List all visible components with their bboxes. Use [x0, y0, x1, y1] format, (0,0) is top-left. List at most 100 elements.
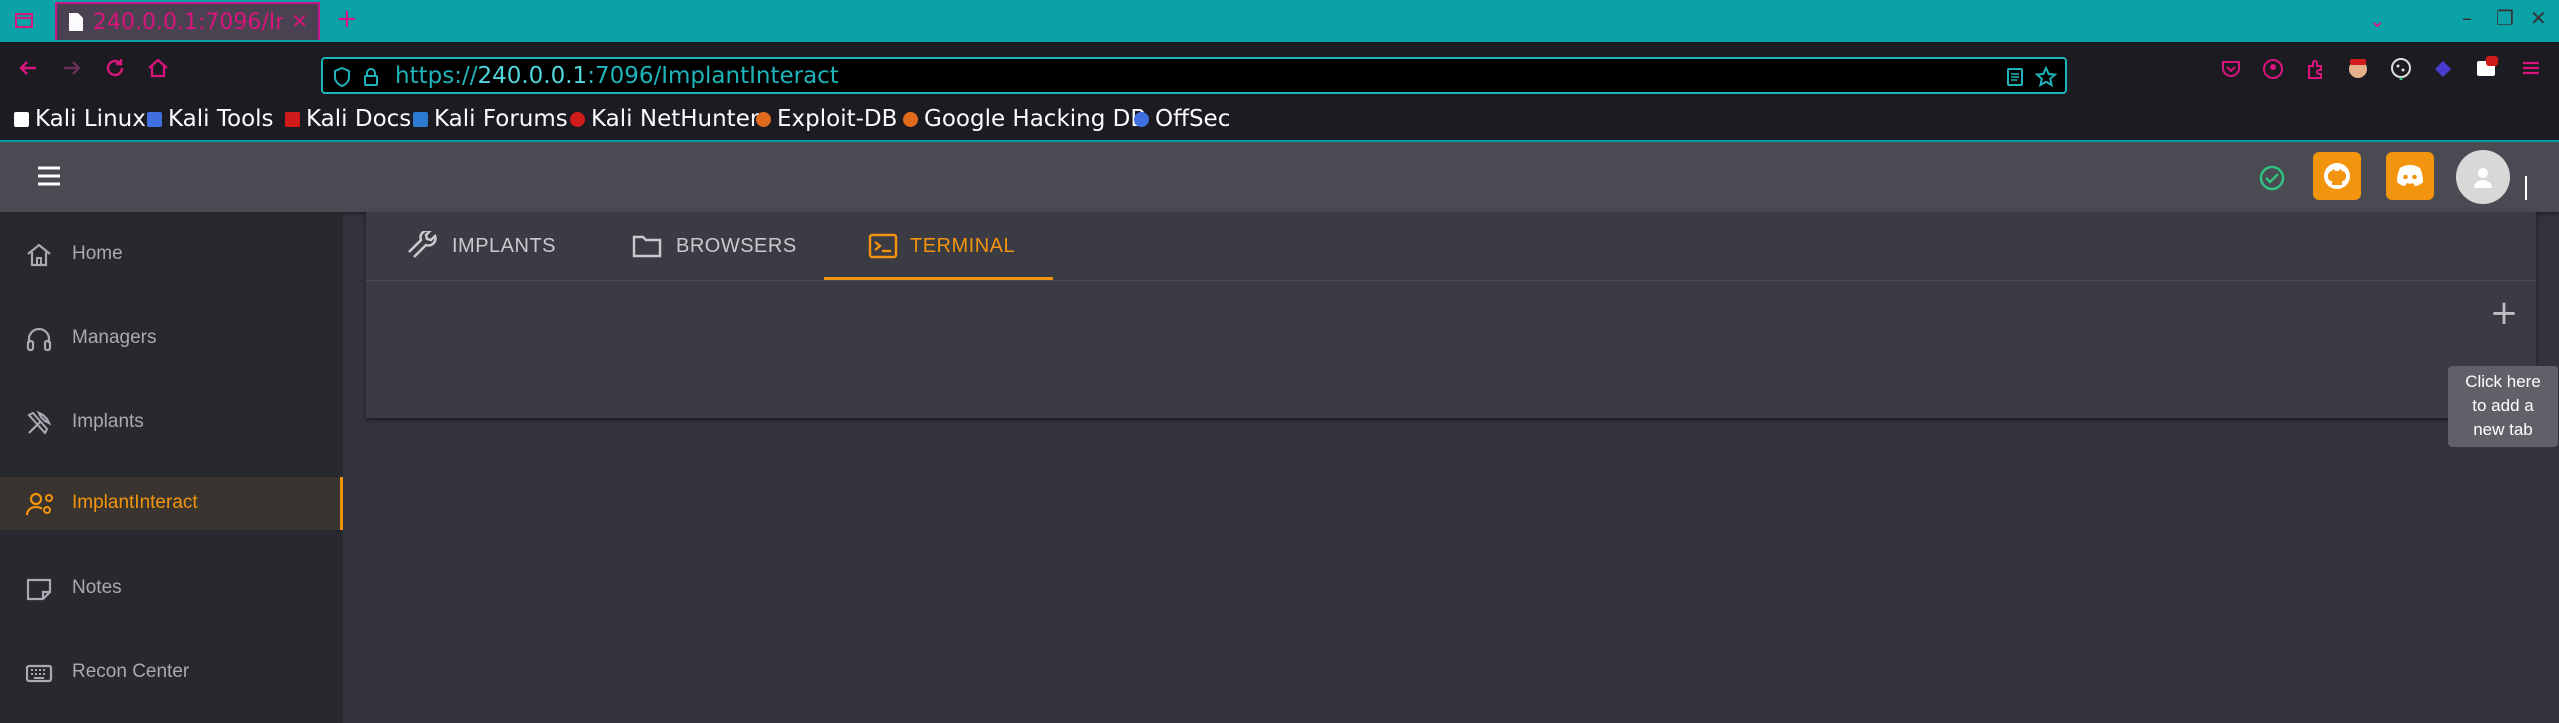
tab-terminal[interactable]: TERMINAL: [868, 212, 1015, 280]
keyboard-icon: [25, 659, 53, 687]
url-host: 240.0.0.1: [477, 63, 588, 89]
url-text[interactable]: https://240.0.0.1:7096/ImplantInteract: [395, 63, 839, 89]
bookmark-kali-linux[interactable]: Kali Linux: [14, 106, 146, 132]
minimize-icon[interactable]: –: [2462, 6, 2472, 30]
github-icon: [2322, 161, 2352, 191]
home-icon: [25, 241, 53, 269]
bookmark-label: Google Hacking DB: [924, 106, 1147, 132]
headphones-icon: [25, 325, 53, 353]
bookmark-kali-nethunter[interactable]: Kali NetHunter: [570, 106, 759, 132]
sidebar-item-label: Notes: [72, 577, 122, 598]
sidebar-item-home[interactable]: Home: [0, 228, 343, 281]
pocket-icon[interactable]: [2220, 58, 2242, 80]
tools-icon: [25, 409, 53, 437]
cookie-icon[interactable]: [2389, 56, 2413, 80]
back-icon[interactable]: [16, 56, 40, 80]
add-tab-tooltip: Click here to add a new tab: [2448, 366, 2558, 447]
lock-warning-icon[interactable]: [361, 67, 381, 87]
bookmark-label: Kali Forums: [434, 106, 568, 132]
tab-close-icon[interactable]: ✕: [291, 9, 308, 33]
forward-icon[interactable]: [60, 56, 84, 80]
tab-title: 240.0.0.1:7096/ImplantInteract: [93, 10, 283, 35]
reader-view-icon[interactable]: [2005, 67, 2025, 87]
sidebar-item-implants[interactable]: Implants: [0, 396, 343, 449]
bookmark-offsec[interactable]: OffSec: [1134, 106, 1230, 132]
bookmark-star-icon[interactable]: [2035, 66, 2057, 88]
add-tab-button[interactable]: +: [2479, 288, 2529, 338]
browser-tab[interactable]: 240.0.0.1:7096/ImplantInteract ✕: [55, 2, 320, 40]
bookmark-kali-tools[interactable]: Kali Tools: [147, 106, 274, 132]
proxy-icon[interactable]: [2432, 58, 2454, 80]
user-settings-icon: [25, 490, 57, 518]
sidebar-item-label: Home: [72, 243, 123, 264]
user-icon: [2470, 164, 2496, 190]
tab-label: BROWSERS: [676, 234, 797, 257]
kali-tools-icon: [147, 111, 162, 127]
bookmark-label: OffSec: [1155, 106, 1231, 132]
bookmark-ghdb[interactable]: Google Hacking DB: [903, 106, 1146, 132]
app-menu-icon[interactable]: [2520, 57, 2542, 79]
tab-divider: [366, 280, 2536, 281]
kali-docs-icon: [285, 111, 300, 127]
sidebar-item-notes[interactable]: Notes: [0, 562, 343, 615]
bookmark-kali-forums[interactable]: Kali Forums: [413, 106, 568, 132]
tooltip-line: to add a: [2472, 396, 2534, 415]
app-bar: [0, 142, 2559, 212]
discord-button[interactable]: [2386, 152, 2434, 200]
sidebar-item-managers[interactable]: Managers: [0, 312, 343, 365]
kali-forums-icon: [413, 111, 428, 127]
home-nav-icon[interactable]: [146, 56, 170, 80]
sidebar-item-label: Recon Center: [72, 661, 190, 682]
offsec-icon: [1134, 111, 1149, 127]
note-icon: [25, 575, 53, 603]
bookmark-label: Kali Docs: [306, 106, 412, 132]
folder-icon: [632, 233, 662, 259]
bookmark-exploit-db[interactable]: Exploit-DB: [756, 106, 897, 132]
sidebar-item-label: Managers: [72, 327, 157, 348]
url-bar[interactable]: https://240.0.0.1:7096/ImplantInteract: [321, 57, 2067, 94]
sidebar-item-label: ImplantInteract: [72, 492, 198, 513]
kali-dragon-icon: [14, 111, 29, 127]
terminal-icon: [868, 233, 898, 259]
bookmark-kali-docs[interactable]: Kali Docs: [285, 106, 411, 132]
sidebar: Home Managers Implants ImplantInteract N…: [0, 212, 343, 723]
account-icon[interactable]: [2262, 58, 2284, 80]
window-close-icon[interactable]: ✕: [2530, 6, 2547, 30]
bookmark-label: Kali NetHunter: [591, 106, 760, 132]
wrench-icon: [408, 231, 438, 261]
shield-icon[interactable]: [333, 67, 351, 87]
notification-extension-icon[interactable]: [2474, 56, 2498, 80]
new-tab-button[interactable]: +: [336, 4, 358, 34]
browser-tab-strip: 240.0.0.1:7096/ImplantInteract ✕ + ⌄ – ❐…: [0, 0, 2559, 42]
url-scheme: https://: [395, 63, 478, 89]
tab-implants[interactable]: IMPLANTS: [408, 212, 556, 280]
extensions-icon[interactable]: [2305, 58, 2327, 80]
restore-icon[interactable]: ❐: [2496, 6, 2514, 30]
tooltip-line: Click here: [2465, 372, 2541, 391]
connection-ok-icon: [2258, 164, 2286, 192]
bookmark-label: Exploit-DB: [777, 106, 898, 132]
bookmark-label: Kali Tools: [168, 106, 274, 132]
hamburger-menu-icon[interactable]: [36, 164, 62, 188]
page-icon: [67, 12, 85, 32]
bookmark-label: Kali Linux: [35, 106, 146, 132]
tab-browsers[interactable]: BROWSERS: [632, 212, 797, 280]
tab-overview-icon[interactable]: [14, 10, 34, 30]
sidebar-item-recon-center[interactable]: Recon Center: [0, 646, 343, 699]
exploit-db-icon: [756, 111, 771, 127]
url-path: :7096/ImplantInteract: [587, 63, 839, 89]
extension-avatar-icon[interactable]: [2346, 56, 2370, 80]
tab-label: IMPLANTS: [452, 234, 557, 257]
sidebar-item-implantinteract[interactable]: ImplantInteract: [0, 477, 343, 530]
tooltip-line: new tab: [2473, 420, 2533, 439]
user-avatar[interactable]: [2456, 150, 2510, 204]
nethunter-icon: [570, 111, 585, 127]
reload-icon[interactable]: [103, 56, 127, 80]
list-tabs-icon[interactable]: ⌄: [2369, 8, 2386, 32]
ghdb-icon: [903, 111, 918, 127]
sidebar-item-label: Implants: [72, 411, 144, 432]
tab-label: TERMINAL: [910, 234, 1016, 257]
text-cursor: [2525, 176, 2527, 200]
github-button[interactable]: [2313, 152, 2361, 200]
bookmarks-bar: Kali Linux Kali Tools Kali Docs Kali For…: [0, 96, 2559, 142]
